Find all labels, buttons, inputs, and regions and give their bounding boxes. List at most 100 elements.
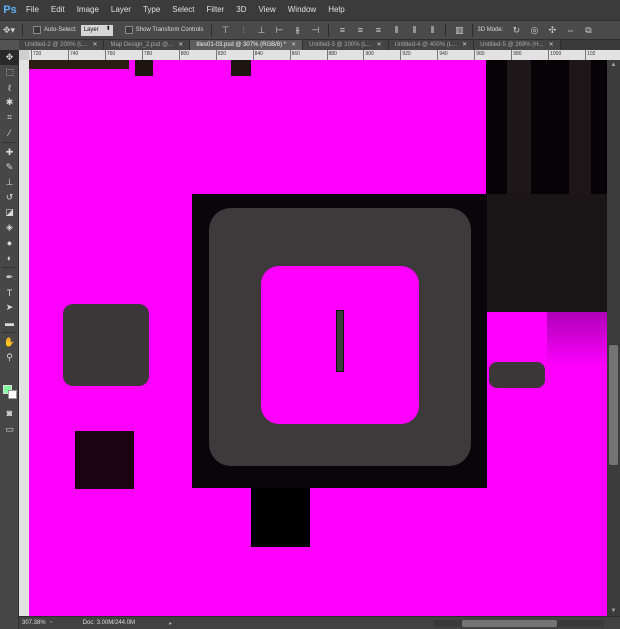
- dodge-tool-icon[interactable]: ◐: [0, 250, 19, 265]
- menu-edit[interactable]: Edit: [45, 0, 71, 20]
- 3d-pan-icon[interactable]: ✣: [545, 24, 559, 36]
- ruler-tick: [585, 50, 587, 60]
- close-icon[interactable]: ✕: [377, 40, 382, 50]
- background-color-swatch[interactable]: [8, 390, 17, 399]
- align-hcenter-icon[interactable]: ⫵: [290, 24, 304, 36]
- tab-map-design[interactable]: Map Design_2.psd @... ✕: [104, 40, 191, 50]
- photoshop-logo: Ps: [3, 4, 17, 16]
- status-menu-arrow-icon[interactable]: ▸: [169, 620, 172, 627]
- ruler-tick: [141, 50, 143, 60]
- close-icon[interactable]: ✕: [291, 40, 296, 50]
- paint-bucket-tool-icon[interactable]: ◈: [0, 220, 19, 235]
- screen-mode-icon[interactable]: ▭: [0, 422, 19, 437]
- scroll-down-icon[interactable]: ▼: [607, 606, 620, 616]
- close-icon[interactable]: ✕: [92, 40, 97, 50]
- ruler-tick: [548, 50, 550, 60]
- eyedropper-tool-icon[interactable]: ⁄: [0, 125, 19, 140]
- document-canvas[interactable]: [29, 60, 607, 616]
- separator: [22, 23, 23, 37]
- menu-window[interactable]: Window: [282, 0, 322, 20]
- menu-file[interactable]: File: [20, 0, 45, 20]
- close-icon[interactable]: ✕: [549, 40, 554, 50]
- menu-view[interactable]: View: [253, 0, 282, 20]
- 3d-roll-icon[interactable]: ◎: [527, 24, 541, 36]
- ruler-label: 980: [513, 51, 522, 57]
- zoom-level-field[interactable]: 307.38%: [19, 620, 49, 626]
- status-icon[interactable]: ◔: [49, 620, 53, 626]
- auto-align-icon[interactable]: ▥: [452, 24, 466, 36]
- scroll-up-icon[interactable]: ▲: [607, 60, 620, 70]
- align-left-icon[interactable]: ⊢: [272, 24, 286, 36]
- ruler-corner: [19, 50, 29, 60]
- tab-untitled-4[interactable]: Untitled-4 @ 400% (L... ✕: [388, 40, 475, 50]
- menu-layer[interactable]: Layer: [105, 0, 137, 20]
- show-transform-checkbox[interactable]: [124, 26, 133, 34]
- align-top-icon[interactable]: ⊤: [218, 24, 232, 36]
- tab-untitled-2[interactable]: Untitled-2 @ 200% (L... ✕: [19, 40, 105, 50]
- ruler-tick: [178, 50, 180, 60]
- document-tab-bar: Untitled-2 @ 200% (L... ✕ Map Design_2.ps…: [19, 40, 620, 50]
- history-brush-tool-icon[interactable]: ↺: [0, 190, 19, 205]
- align-right-icon[interactable]: ⊣: [308, 24, 322, 36]
- marquee-tool-icon[interactable]: ⬚: [0, 65, 19, 80]
- rectangle-tool-icon[interactable]: ▬: [0, 315, 19, 330]
- brush-tool-icon[interactable]: ✎: [0, 160, 19, 175]
- magic-wand-tool-icon[interactable]: ✱: [0, 95, 19, 110]
- move-tool-preset-icon[interactable]: ✥▾: [2, 24, 16, 36]
- zoom-tool-icon[interactable]: ⚲: [0, 350, 19, 365]
- 3d-scale-icon[interactable]: ⧉: [581, 24, 595, 36]
- distribute-vcenter-icon[interactable]: ≡: [353, 24, 367, 36]
- blur-tool-icon[interactable]: ●: [0, 235, 19, 250]
- tab-label: Untitled-4 @ 400% (L...: [394, 42, 458, 48]
- horizontal-ruler[interactable]: 720 740 760 780 800 820 840 860 880 900 920 940 960 9…: [29, 50, 620, 60]
- distribute-top-icon[interactable]: ≡: [335, 24, 349, 36]
- hand-tool-icon[interactable]: ✋: [0, 335, 19, 350]
- 3d-rotate-icon[interactable]: ↻: [509, 24, 523, 36]
- horizontal-scroll-thumb[interactable]: [462, 620, 557, 627]
- menu-filter[interactable]: Filter: [201, 0, 231, 20]
- document-size-info[interactable]: Doc: 3.00M/244.0M: [83, 620, 135, 626]
- 3d-slide-icon[interactable]: ⇔: [563, 24, 577, 36]
- ruler-tick: [31, 50, 32, 60]
- lasso-tool-icon[interactable]: ℓ: [0, 80, 19, 95]
- move-tool-icon[interactable]: ✥: [0, 50, 19, 65]
- vertical-scrollbar[interactable]: ▲ ▼: [607, 60, 620, 616]
- crop-tool-icon[interactable]: ⌗: [0, 110, 19, 125]
- distribute-right-icon[interactable]: ⦀: [425, 24, 439, 36]
- menu-select[interactable]: Select: [166, 0, 200, 20]
- path-selection-tool-icon[interactable]: ➤: [0, 300, 19, 315]
- distribute-left-icon[interactable]: ⦀: [389, 24, 403, 36]
- align-bottom-icon[interactable]: ⊥: [254, 24, 268, 36]
- vertical-ruler[interactable]: [19, 60, 29, 616]
- distribute-bottom-icon[interactable]: ≡: [371, 24, 385, 36]
- menu-image[interactable]: Image: [71, 0, 105, 20]
- quick-mask-icon[interactable]: ◙: [0, 405, 19, 420]
- close-icon[interactable]: ✕: [178, 40, 183, 50]
- top-edge-tile: [135, 60, 153, 76]
- vertical-scroll-thumb[interactable]: [609, 345, 618, 465]
- status-bar: 307.38% ◔ Doc: 3.00M/244.0M ▸: [19, 616, 620, 629]
- menu-help[interactable]: Help: [322, 0, 350, 20]
- ruler-tick: [363, 50, 365, 60]
- horizontal-scrollbar[interactable]: [434, 620, 604, 627]
- distribute-hcenter-icon[interactable]: ⦀: [407, 24, 421, 36]
- healing-brush-tool-icon[interactable]: ✚: [0, 145, 19, 160]
- clone-stamp-tool-icon[interactable]: ⊥: [0, 175, 19, 190]
- menu-3d[interactable]: 3D: [230, 0, 252, 20]
- close-icon[interactable]: ✕: [462, 40, 467, 50]
- auto-select-checkbox[interactable]: [33, 26, 41, 34]
- tab-tiles01-03[interactable]: tiles01-03.psd @ 307% (RGB/8) * ✕: [190, 40, 304, 50]
- eraser-tool-icon[interactable]: ◪: [0, 205, 19, 220]
- dark-square-tile: [75, 431, 134, 489]
- ruler-tick: [215, 50, 217, 60]
- small-rock: [489, 362, 545, 388]
- ruler-label: 840: [254, 51, 263, 57]
- pen-tool-icon[interactable]: ✒: [0, 270, 19, 285]
- auto-select-dropdown[interactable]: Layer ⬍: [80, 24, 113, 36]
- menu-type[interactable]: Type: [137, 0, 166, 20]
- type-tool-icon[interactable]: T: [0, 285, 19, 300]
- ruler-tick: [326, 50, 328, 60]
- align-vcenter-icon[interactable]: ⫶: [236, 24, 250, 36]
- tab-untitled-3[interactable]: Untitled-3 @ 100% (L... ✕: [303, 40, 389, 50]
- tab-untitled-5[interactable]: Untitled-5 @ 269% (H... ✕: [474, 40, 561, 50]
